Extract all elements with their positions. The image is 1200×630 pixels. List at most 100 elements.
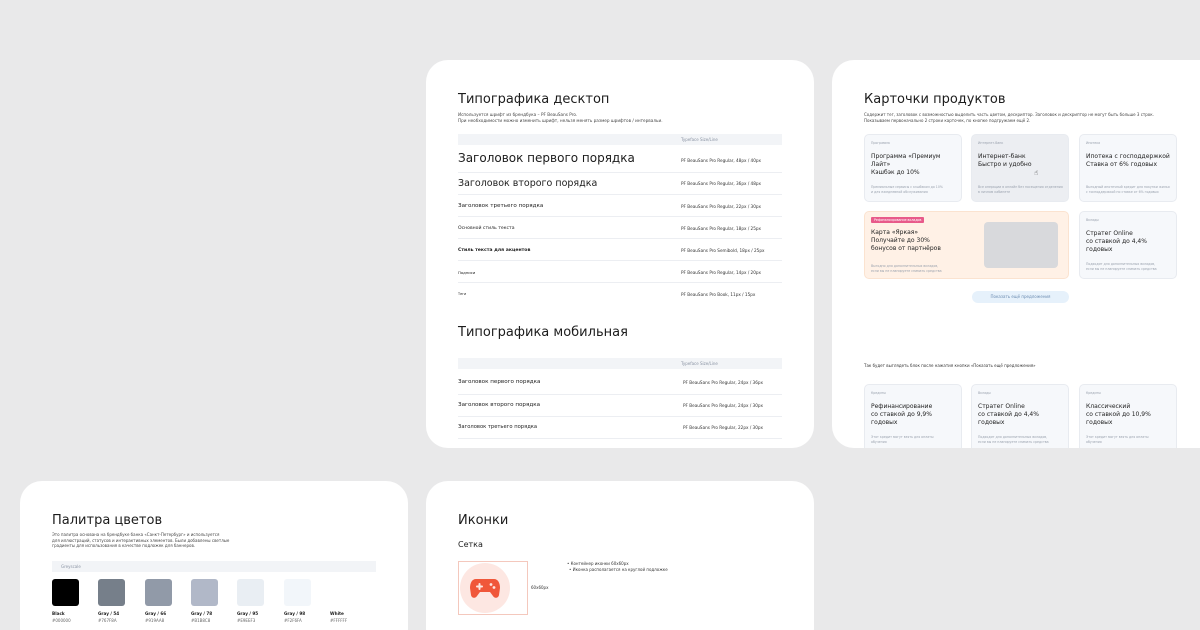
product-title: Классический со ставкой до 10,9% годовых	[1086, 403, 1151, 427]
product-card[interactable]: Вклады Стратег Online со ставкой до 4,4%…	[971, 384, 1069, 448]
type-spec: PF BeauSans Pro Regular, 24px / 36px	[683, 380, 764, 385]
title-line: Интернет-банк	[978, 153, 1026, 160]
color-swatch	[191, 579, 218, 606]
table-row: Основной стиль текста PF BeauSans Pro Re…	[458, 217, 782, 239]
desc-line: с господдержкой по ставке от 6% годовых	[1086, 189, 1159, 194]
products-title: Карточки продуктов	[864, 92, 1006, 107]
product-card[interactable]: Кредиты Классический со ставкой до 10,9%…	[1079, 384, 1177, 448]
table-row: Заголовок первого порядка PF BeauSans Pr…	[458, 146, 782, 173]
product-tag: Программа	[871, 141, 890, 145]
title-line: Ставка от 6% годовых	[1086, 161, 1158, 168]
swatch-row: Black #000000 Gray / 54 #767F8A Gray / 6…	[52, 579, 382, 629]
type-spec: PF BeauSans Pro Regular, 18px / 25px	[681, 226, 762, 231]
promo-tag: Рефинансирование вкладов	[871, 217, 925, 223]
swatch-name: Black	[52, 611, 65, 616]
promo-image-placeholder	[984, 222, 1058, 268]
product-card[interactable]: Программа Программа «Премиум Лайт» Кэшбэ…	[864, 134, 962, 202]
palette-group-label: Greyscale	[61, 564, 81, 569]
product-desc: Этот кредит могут взять для оплаты обуче…	[1086, 435, 1149, 444]
product-tag: Ипотека	[1086, 141, 1101, 145]
table-row: Заголовок второго порядка PF BeauSans Pr…	[458, 173, 782, 195]
typography-mobile-title: Типографика мобильная	[458, 325, 628, 340]
type-sample: Заголовок первого порядка	[458, 379, 541, 385]
title-line: Ипотека с господдержкой	[1086, 153, 1170, 160]
title-line: Карта «Яркая»	[871, 229, 919, 236]
table-row: Заголовок третьего порядка PF BeauSans P…	[458, 195, 782, 217]
type-spec: PF BeauSans Pro Regular, 22px / 30px	[683, 425, 764, 430]
product-title: Ипотека с господдержкой Ставка от 6% год…	[1086, 153, 1170, 169]
product-card-hover[interactable]: Интернет-банк Интернет-банк Быстро и удо…	[971, 134, 1069, 202]
table-row: Заголовок первого порядка PF BeauSans Pr…	[458, 370, 782, 395]
product-title: Стратег Online со ставкой до 4,4% годовы…	[978, 403, 1039, 427]
table-row: Заголовок третьего порядка PF BeauSans P…	[458, 417, 782, 439]
color-swatch	[145, 579, 172, 606]
icon-size-label: 60x60px	[531, 585, 549, 590]
title-line: Быстро и удобно	[978, 161, 1032, 168]
title-line: годовых	[871, 419, 898, 426]
desc-line: Все операции в онлайн без посещения отде…	[978, 185, 1063, 189]
title-line: со ставкой до 4,4%	[978, 411, 1039, 418]
title-line: Стратег Online	[978, 403, 1025, 410]
swatch-name: Gray / 98	[284, 611, 306, 616]
type-spec: PF BeauSans Pro Regular, 14px / 20px	[681, 270, 762, 275]
desc-line: если вы не планируете снимать средства	[978, 439, 1049, 444]
type-spec: PF BeauSans Pro Regular, 48px / 40px	[681, 158, 762, 163]
product-card[interactable]: Ипотека Ипотека с господдержкой Ставка о…	[1079, 134, 1177, 202]
type-sample: Заголовок второго порядка	[458, 178, 598, 189]
header-col-label: Typeface Size/Line	[681, 137, 718, 142]
desc-line: Выгодный ипотечный кредит для покупки жи…	[1086, 185, 1170, 189]
icons-card: Иконки Сетка 60x60px • Контейнер иконки …	[426, 481, 814, 630]
desktop-table-header: Typeface Size/Line	[458, 134, 782, 145]
product-title: Карта «Яркая» Получайте до 30% бонусов о…	[871, 229, 941, 253]
title-line: Стратег Online	[1086, 230, 1133, 237]
type-spec: PF BeauSans Pro Semibold, 18px / 25px	[681, 248, 765, 253]
typography-card: Типографика десктоп Используется шрифт и…	[426, 60, 814, 448]
product-title: Программа «Премиум Лайт» Кэшбэк до 10%	[871, 153, 961, 177]
after-expand-note: Так будет выглядеть блок после нажатия к…	[864, 363, 1036, 368]
desc-line: Премиальные сервисы с кэшбэком до 10%	[871, 185, 943, 189]
swatch-hex: #FFFFFF	[330, 618, 348, 623]
desc-line: Этот кредит могут взять для оплаты	[871, 435, 934, 439]
desc-line: Этот кредит могут взять для оплаты	[1086, 435, 1149, 439]
type-spec: PF BeauSans Pro Regular, 36px / 48px	[681, 181, 762, 186]
desc-line: градиенты для использования в качестве п…	[52, 543, 196, 549]
title-line: Получайте до 30%	[871, 237, 930, 244]
desc-line: если вы не планируете снимать средства	[1086, 266, 1157, 271]
swatch-name: Gray / 95	[237, 611, 259, 616]
type-sample: Подписи	[458, 270, 476, 275]
products-card: Карточки продуктов Содержит тег, заголов…	[832, 60, 1200, 448]
product-card[interactable]: Вклады Стратег Online со ставкой до 4,4%…	[1079, 211, 1177, 279]
type-sample: Заголовок третьего порядка	[458, 424, 538, 430]
swatch-hex: #B1B8C8	[191, 618, 211, 623]
product-tag: Вклады	[978, 391, 991, 395]
type-sample: Основной стиль текста	[458, 226, 515, 231]
table-row: Стиль текста для акцентов PF BeauSans Pr…	[458, 239, 782, 261]
hand-cursor-icon: ☝	[1034, 169, 1039, 177]
desc-line: обучения	[1086, 439, 1102, 444]
title-line: годовых	[1086, 419, 1113, 426]
product-desc: Выгодно для дополнительных вкладов, если…	[871, 264, 942, 273]
title-line: Рефинансирование	[871, 403, 933, 410]
icon-container	[458, 561, 512, 615]
product-card[interactable]: Кредиты Рефинансирование со ставкой до 9…	[864, 384, 962, 448]
swatch-hex: #F2F6FA	[284, 618, 302, 623]
product-tag: Кредиты	[871, 391, 886, 395]
type-sample: Заголовок второго порядка	[458, 402, 541, 408]
palette-title: Палитра цветов	[52, 513, 163, 528]
promo-card[interactable]: Рефинансирование вкладов Карта «Яркая» П…	[864, 211, 1069, 279]
color-swatch	[52, 579, 79, 606]
desc-line: Это палитра основана на брендбуке банка …	[52, 532, 220, 537]
palette-card: Палитра цветов Это палитра основана на б…	[20, 481, 408, 630]
type-spec: PF BeauSans Pro Regular, 24px / 30px	[683, 403, 764, 408]
swatch-hex: #767F8A	[98, 618, 117, 623]
color-swatch	[98, 579, 125, 606]
desc-line: обучения	[871, 439, 887, 444]
title-line: со ставкой до 4,4%	[1086, 238, 1147, 245]
title-line: со ставкой до 9,9%	[871, 411, 932, 418]
desc-line: Подходит для дополнительных вкладов,	[1086, 262, 1156, 266]
show-more-button[interactable]: Показать ещё предложения	[972, 291, 1069, 303]
product-tag: Вклады	[1086, 218, 1099, 222]
type-spec: PF BeauSans Pro Regular, 22px / 30px	[681, 204, 762, 209]
typography-desktop-title: Типографика десктоп	[458, 92, 610, 107]
header-col-label: Typeface Size/Line	[681, 361, 718, 366]
